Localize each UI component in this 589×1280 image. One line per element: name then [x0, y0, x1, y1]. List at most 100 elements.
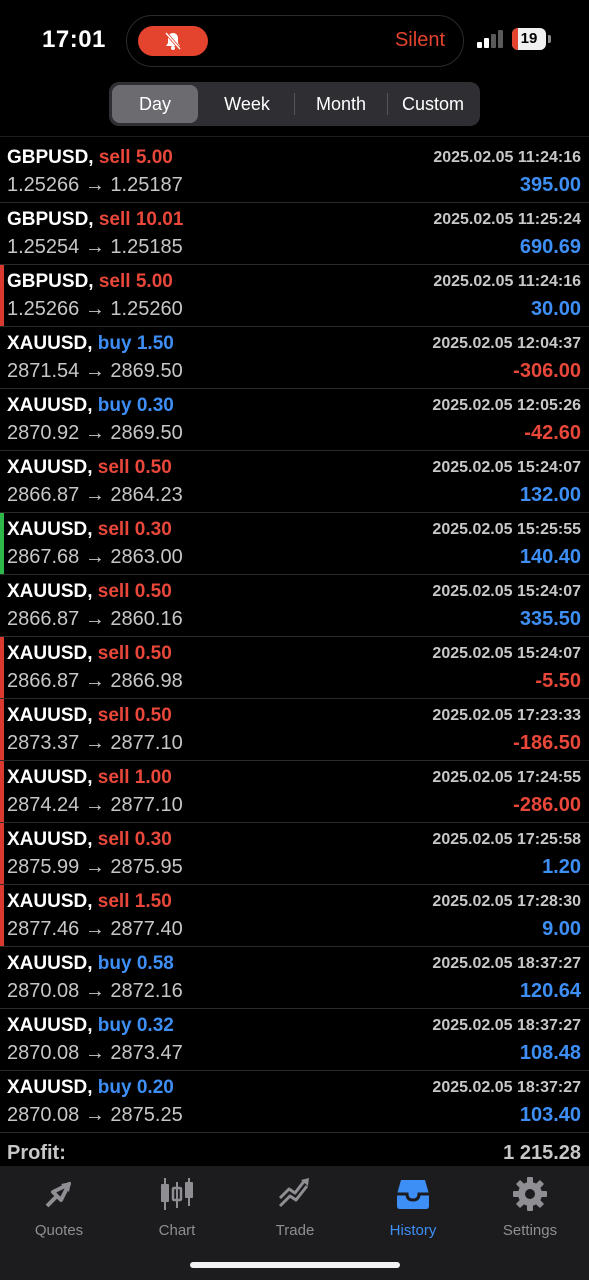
tab-trade-label: Trade [275, 1222, 315, 1239]
deal-row[interactable]: XAUUSD, sell 0.50 2025.02.05 15:24:07 2866… [0, 637, 589, 699]
tab-quotes[interactable]: Quotes [0, 1174, 118, 1244]
deal-row[interactable]: GBPUSD, sell 5.00 2025.02.05 11:24:16 1.25… [0, 265, 589, 327]
close-price: 1.25185 [110, 236, 183, 258]
deal-row[interactable]: XAUUSD, buy 1.50 2025.02.05 12:04:37 2871.… [0, 327, 589, 389]
deal-marker [0, 513, 4, 574]
deal-row[interactable]: GBPUSD, sell 5.00 2025.02.05 11:24:16 1.25… [0, 141, 589, 203]
deal-time: 2025.02.05 18:37:27 [432, 1017, 581, 1034]
deal-side: sell [97, 519, 130, 540]
deal-profit: 30.00 [530, 298, 581, 320]
deal-row[interactable]: XAUUSD, buy 0.20 2025.02.05 18:37:27 2870.… [0, 1071, 589, 1133]
close-price: 2877.10 [110, 794, 183, 816]
deal-volume: 0.32 [136, 1015, 174, 1036]
deal-profit: 140.40 [519, 546, 581, 568]
deal-prices: 2866.87 → 2866.98 [7, 670, 183, 693]
deal-symbol: GBPUSD, [7, 209, 94, 230]
close-price: 2875.95 [110, 856, 183, 878]
tab-week[interactable]: Week [202, 85, 292, 123]
deal-side: sell [97, 643, 130, 664]
deal-time: 2025.02.05 15:24:07 [432, 459, 581, 476]
deal-header: XAUUSD, sell 0.50 [7, 643, 172, 665]
tab-quotes-label: Quotes [34, 1222, 84, 1239]
arrow-icon: → [84, 856, 105, 878]
tab-custom[interactable]: Custom [389, 85, 477, 123]
deal-row[interactable]: XAUUSD, buy 0.58 2025.02.05 18:37:27 2870.… [0, 947, 589, 1009]
close-price: 2877.10 [110, 732, 183, 754]
arrow-icon: → [84, 298, 105, 320]
deal-volume: 1.00 [134, 767, 172, 788]
tab-trade[interactable]: Trade [236, 1174, 354, 1244]
tab-settings[interactable]: Settings [471, 1174, 589, 1244]
deal-volume: 0.30 [134, 829, 172, 850]
deal-time: 2025.02.05 11:25:24 [433, 211, 581, 228]
deal-row[interactable]: XAUUSD, sell 0.50 2025.02.05 15:24:07 2866… [0, 575, 589, 637]
deal-side: sell [98, 209, 131, 230]
deal-header: XAUUSD, buy 0.30 [7, 395, 174, 417]
close-price: 2866.98 [110, 670, 183, 692]
trade-icon [278, 1178, 309, 1208]
deal-prices: 2873.37 → 2877.10 [7, 732, 183, 755]
deal-symbol: GBPUSD, [7, 147, 94, 168]
deal-prices: 2870.08 → 2872.16 [7, 980, 183, 1003]
open-price: 2877.46 [7, 918, 80, 940]
deal-profit: 108.48 [519, 1042, 581, 1064]
deal-profit: 103.40 [519, 1104, 581, 1126]
tab-chart-label: Chart [158, 1222, 196, 1239]
deal-row[interactable]: XAUUSD, sell 0.30 2025.02.05 17:25:58 2875… [0, 823, 589, 885]
dynamic-island: Silent [126, 15, 464, 67]
deal-header: XAUUSD, buy 0.20 [7, 1077, 174, 1099]
deal-row[interactable]: XAUUSD, buy 0.30 2025.02.05 12:05:26 2870.… [0, 389, 589, 451]
tab-settings-label: Settings [502, 1222, 558, 1239]
deal-side: sell [98, 147, 131, 168]
tab-history[interactable]: History [354, 1174, 472, 1244]
deal-symbol: XAUUSD, [7, 829, 93, 850]
profit-label: Profit: [7, 1142, 66, 1164]
deal-row[interactable]: XAUUSD, sell 1.00 2025.02.05 17:24:55 2874… [0, 761, 589, 823]
deal-profit: 690.69 [519, 236, 581, 258]
arrow-icon: → [84, 546, 105, 568]
close-price: 2864.23 [110, 484, 183, 506]
deal-volume: 0.50 [134, 705, 172, 726]
deal-header: XAUUSD, buy 0.32 [7, 1015, 174, 1037]
deal-time: 2025.02.05 17:28:30 [432, 893, 581, 910]
deal-row[interactable]: XAUUSD, buy 0.32 2025.02.05 18:37:27 2870.… [0, 1009, 589, 1071]
tab-day[interactable]: Day [112, 85, 198, 123]
deal-time: 2025.02.05 15:24:07 [432, 583, 581, 600]
deal-volume: 0.50 [134, 457, 172, 478]
deal-row[interactable]: XAUUSD, sell 0.30 2025.02.05 15:25:55 2867… [0, 513, 589, 575]
deal-profit: -306.00 [513, 360, 581, 382]
home-indicator[interactable] [190, 1262, 400, 1268]
deal-row[interactable]: XAUUSD, sell 0.50 2025.02.05 17:23:33 2873… [0, 699, 589, 761]
deal-time: 2025.02.05 18:37:27 [432, 1079, 581, 1096]
deal-side: sell [97, 829, 130, 850]
deal-symbol: XAUUSD, [7, 643, 93, 664]
deal-row[interactable]: XAUUSD, sell 0.50 2025.02.05 15:24:07 2866… [0, 451, 589, 513]
deal-prices: 1.25266 → 1.25260 [7, 298, 183, 321]
deal-marker [0, 637, 4, 698]
deal-row[interactable]: GBPUSD, sell 10.01 2025.02.05 11:25:24 1.2… [0, 203, 589, 265]
deal-side: buy [97, 1077, 132, 1098]
quotes-icon [45, 1182, 71, 1208]
clock: 17:01 [42, 26, 106, 53]
deal-symbol: XAUUSD, [7, 519, 93, 540]
deal-side: sell [97, 457, 130, 478]
tab-month[interactable]: Month [296, 85, 386, 123]
deal-row[interactable]: XAUUSD, sell 1.50 2025.02.05 17:28:30 2877… [0, 885, 589, 947]
deal-volume: 0.50 [134, 581, 172, 602]
deal-prices: 2866.87 → 2860.16 [7, 608, 183, 631]
close-price: 2877.40 [110, 918, 183, 940]
tab-chart[interactable]: Chart [118, 1174, 236, 1244]
deal-profit: 120.64 [519, 980, 581, 1002]
deal-header: GBPUSD, sell 10.01 [7, 209, 183, 231]
deal-header: XAUUSD, sell 1.50 [7, 891, 172, 913]
deal-volume: 10.01 [135, 209, 184, 230]
close-price: 1.25187 [110, 174, 183, 196]
deal-marker [0, 761, 4, 822]
bell-slash-icon [138, 26, 208, 56]
deal-time: 2025.02.05 17:23:33 [432, 707, 581, 724]
deal-profit: 335.50 [519, 608, 581, 630]
deal-prices: 2870.08 → 2873.47 [7, 1042, 183, 1065]
deal-time: 2025.02.05 15:25:55 [432, 521, 581, 538]
arrow-icon: → [84, 360, 105, 382]
close-price: 2860.16 [110, 608, 183, 630]
